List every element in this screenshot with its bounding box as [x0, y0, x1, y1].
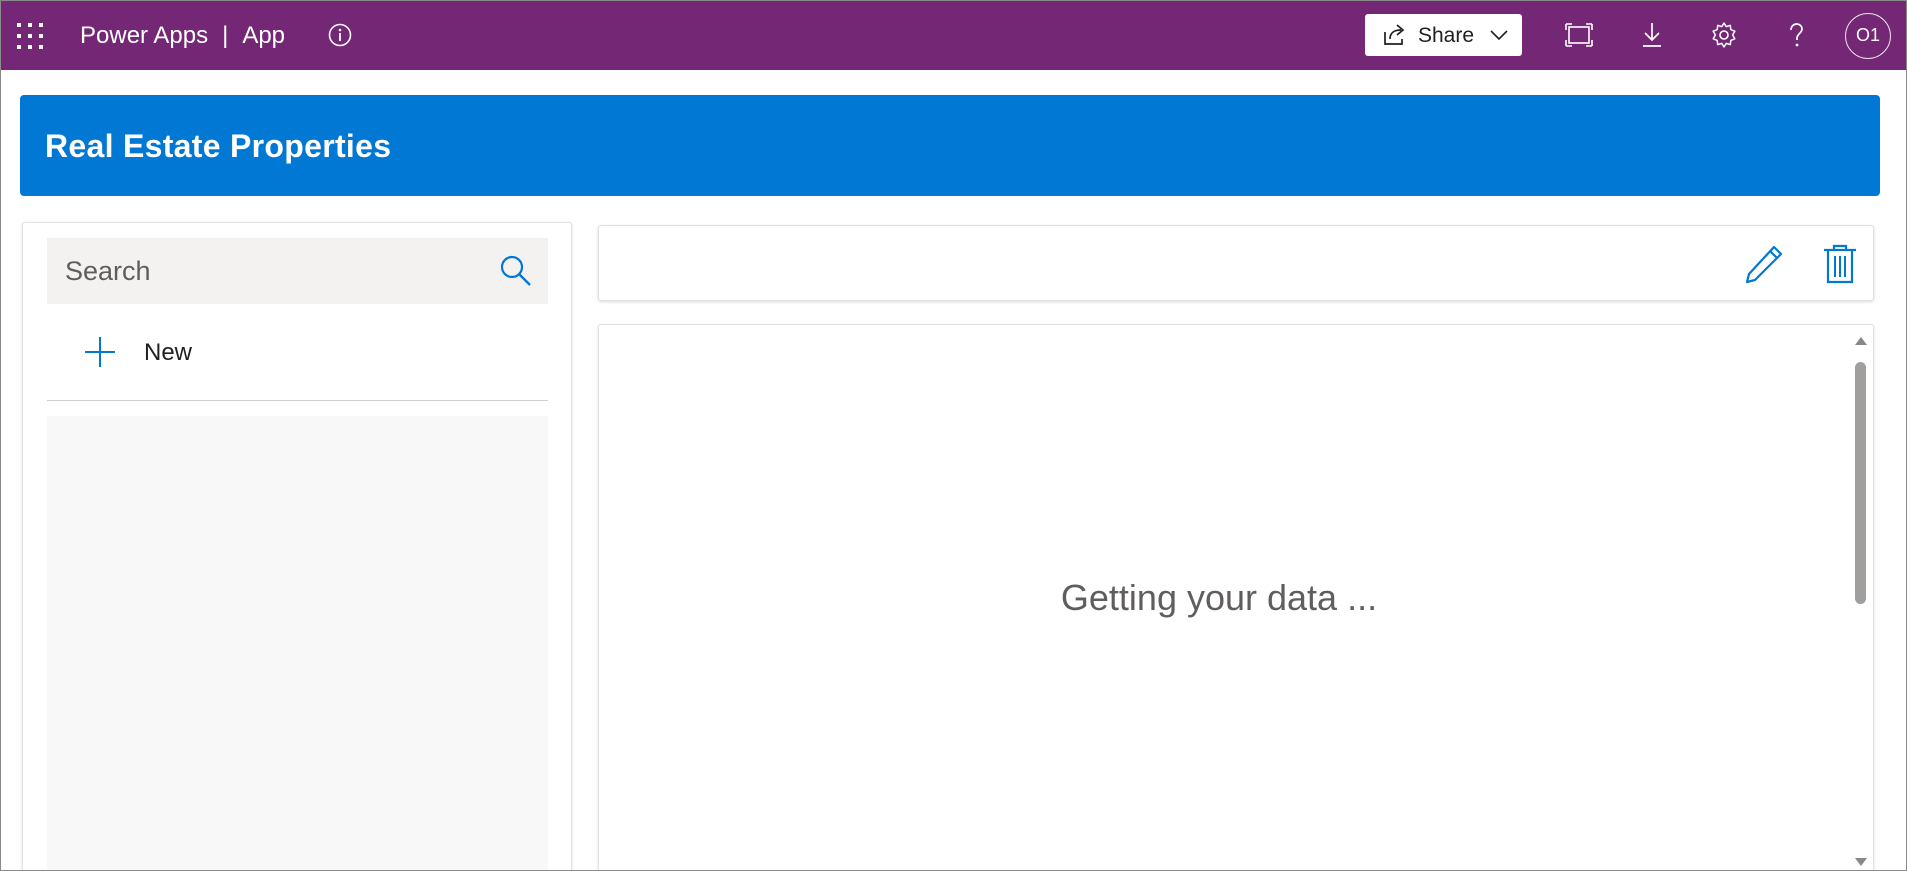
delete-icon[interactable]: [1821, 243, 1859, 285]
top-bar: Power Apps | App Share O1: [1, 1, 1906, 70]
edit-icon[interactable]: [1743, 243, 1785, 285]
info-icon[interactable]: [326, 21, 354, 49]
scroll-thumb[interactable]: [1855, 362, 1866, 604]
help-icon[interactable]: [1780, 19, 1812, 51]
new-button[interactable]: New: [47, 323, 548, 385]
app-window: Power Apps | App Share O1 Real Estate Pr…: [0, 0, 1907, 871]
detail-toolbar: [598, 225, 1874, 301]
share-button[interactable]: Share: [1365, 14, 1522, 56]
product-name: Power Apps: [80, 22, 209, 49]
search-input[interactable]: [47, 238, 487, 304]
share-icon: [1382, 23, 1408, 47]
screen-header: Real Estate Properties: [20, 95, 1880, 196]
search-icon[interactable]: [499, 254, 533, 288]
avatar[interactable]: O1: [1845, 13, 1891, 59]
scrollbar[interactable]: [1851, 333, 1869, 870]
chevron-down-icon: [1489, 27, 1509, 43]
browse-panel: New: [22, 222, 572, 870]
page-name: App: [242, 22, 286, 49]
page-title: Real Estate Properties: [45, 128, 392, 164]
download-icon[interactable]: [1636, 19, 1668, 51]
title-separator: |: [222, 22, 229, 49]
divider: [47, 400, 548, 401]
scroll-up-arrow[interactable]: [1855, 337, 1867, 345]
search-box: [47, 238, 548, 304]
app-launcher-icon[interactable]: [15, 21, 45, 51]
share-label: Share: [1418, 24, 1475, 47]
records-gallery: [47, 416, 548, 870]
fit-to-window-icon[interactable]: [1563, 19, 1595, 51]
new-label: New: [144, 339, 193, 366]
app-title: Power Apps | App: [80, 23, 285, 49]
settings-icon[interactable]: [1708, 19, 1740, 51]
add-icon: [84, 336, 116, 368]
scroll-down-arrow[interactable]: [1855, 858, 1867, 866]
loading-message: Getting your data ...: [1060, 577, 1378, 618]
detail-form: Getting your data ...: [598, 324, 1874, 870]
